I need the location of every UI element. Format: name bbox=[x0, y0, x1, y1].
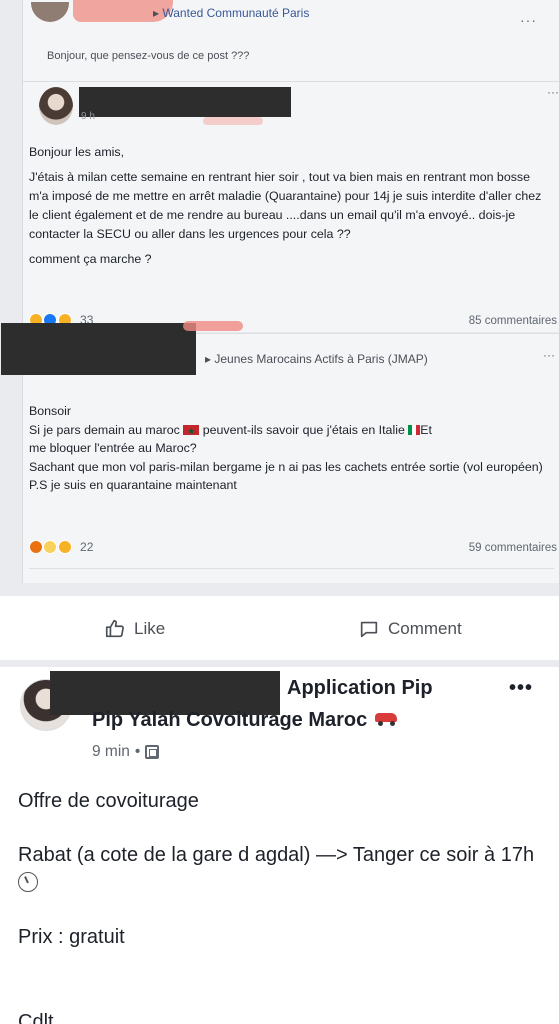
post-text: Et bbox=[420, 422, 433, 437]
author-avatar[interactable] bbox=[39, 87, 73, 125]
more-icon[interactable]: ··· bbox=[520, 12, 537, 28]
comments-count[interactable]: 59 commentaires bbox=[469, 542, 557, 554]
more-icon[interactable]: ••• bbox=[509, 677, 533, 700]
post-text: Si je pars demain au maroc bbox=[29, 422, 180, 437]
shared-post-card: ▸ Wanted Communauté Paris ··· Bonjour, q… bbox=[22, 0, 559, 332]
post-line: Si je pars demain au maroc peuvent-ils s… bbox=[29, 421, 559, 441]
dot-separator: • bbox=[134, 743, 141, 760]
post-paragraph: Rabat (a cote de la gare d agdal) —> Tan… bbox=[18, 841, 548, 897]
post-line: P.S je suis en quarantaine maintenant bbox=[29, 478, 237, 493]
carpool-post: Application Pip Pip Yalah Covoiturage Ma… bbox=[0, 667, 559, 1024]
post-paragraph: Prix : gratuit bbox=[18, 926, 125, 948]
post-paragraph: Offre de covoiturage bbox=[18, 790, 199, 812]
post-time[interactable]: 9 h bbox=[81, 111, 95, 122]
wow-reaction-icon bbox=[57, 540, 72, 554]
group-name-text: Pip Yalah Covoiturage Maroc bbox=[92, 709, 368, 731]
group-breadcrumb[interactable]: ▸ Wanted Communauté Paris bbox=[153, 6, 309, 20]
post-text: peuvent-ils savoir que j'étais en Italie bbox=[202, 422, 405, 437]
angry-reaction-icon bbox=[29, 540, 43, 554]
like-label: Like bbox=[134, 619, 166, 638]
post-line: Sachant que mon vol paris-milan bergame … bbox=[29, 459, 543, 474]
comments-count[interactable]: 85 commentaires bbox=[469, 315, 557, 327]
car-icon bbox=[373, 711, 401, 727]
post-body: Bonsoir Si je pars demain au maroc peuve… bbox=[29, 402, 559, 495]
like-icon bbox=[105, 619, 124, 638]
quoted-post: 9 h ··· Bonjour les amis, J'étais à mila… bbox=[23, 83, 559, 332]
reactions-summary[interactable]: 22 bbox=[29, 540, 93, 554]
post-body: Bonjour les amis, J'étais à milan cette … bbox=[29, 143, 549, 275]
post-time[interactable]: 9 min bbox=[92, 743, 130, 761]
sad-reaction-icon bbox=[43, 540, 58, 554]
italy-flag-icon bbox=[408, 424, 421, 435]
chevron-icon: ▸ bbox=[153, 6, 160, 20]
share-header: ▸ Wanted Communauté Paris ··· Bonjour, q… bbox=[23, 0, 559, 82]
more-icon[interactable]: ··· bbox=[543, 348, 555, 362]
group-privacy-icon bbox=[145, 745, 160, 759]
post-paragraph-cut: Cdlt bbox=[18, 1011, 54, 1024]
comment-icon bbox=[360, 621, 378, 638]
group-name[interactable]: Application Pip bbox=[287, 677, 433, 700]
redaction-mark bbox=[183, 321, 243, 331]
post-paragraph: comment ça marche ? bbox=[29, 252, 152, 266]
more-icon[interactable]: ··· bbox=[547, 85, 559, 99]
divider bbox=[29, 568, 554, 569]
sharer-avatar[interactable] bbox=[31, 2, 69, 22]
reactions-count: 22 bbox=[80, 540, 94, 554]
post-body: Offre de covoiturage Rabat (a cote de la… bbox=[18, 787, 548, 977]
group-breadcrumb[interactable]: ▸ Jeunes Marocains Actifs à Paris (JMAP) bbox=[205, 352, 428, 366]
post-text: Rabat (a cote de la gare d agdal) —> Tan… bbox=[18, 844, 535, 866]
post-meta: 9 min • bbox=[92, 743, 160, 761]
author-name-redacted bbox=[1, 323, 196, 375]
post-line: Bonsoir bbox=[29, 404, 72, 418]
second-post-card: ▸ Jeunes Marocains Actifs à Paris (JMAP)… bbox=[1, 321, 559, 583]
morocco-flag-icon bbox=[183, 422, 200, 440]
clock-icon bbox=[18, 872, 38, 892]
chevron-icon: ▸ bbox=[205, 352, 212, 366]
group-name-line2[interactable]: Pip Yalah Covoiturage Maroc bbox=[92, 709, 401, 732]
post-action-bar: Like Comment bbox=[0, 596, 559, 660]
like-button[interactable]: Like bbox=[104, 618, 165, 640]
group-name[interactable]: Jeunes Marocains Actifs à Paris (JMAP) bbox=[214, 352, 427, 366]
group-name[interactable]: Wanted Communauté Paris bbox=[162, 6, 309, 20]
comment-button[interactable]: Comment bbox=[358, 618, 462, 640]
comment-label: Comment bbox=[388, 619, 462, 638]
redaction-mark bbox=[203, 117, 263, 125]
share-question: Bonjour, que pensez-vous de ce post ??? bbox=[47, 50, 250, 62]
post-paragraph: Bonjour les amis, bbox=[29, 145, 125, 159]
author-name-redacted bbox=[79, 87, 291, 117]
post-line: me bloquer l'entrée au Maroc? bbox=[29, 441, 197, 456]
post-paragraph: J'étais à milan cette semaine en rentran… bbox=[29, 170, 542, 241]
